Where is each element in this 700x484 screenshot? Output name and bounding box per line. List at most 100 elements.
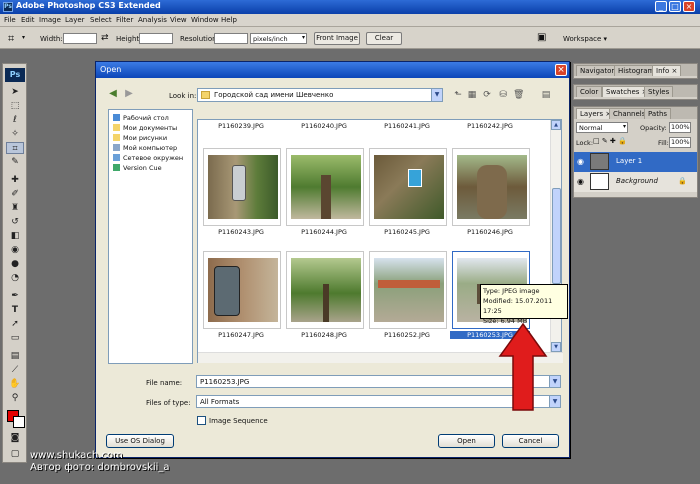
layer-row-layer-1[interactable]: ◉ Layer 1 xyxy=(574,152,697,172)
file-name-label[interactable]: P1160252.JPG xyxy=(367,331,447,339)
quick-mask-icon[interactable]: ◙ xyxy=(6,432,24,444)
hand-tool-icon[interactable]: ✋ xyxy=(6,378,24,390)
fill-input[interactable]: 100% xyxy=(669,137,691,148)
forward-arrow-icon[interactable]: ▶ xyxy=(124,89,134,99)
crop-tool-icon[interactable]: ⌗ xyxy=(8,32,14,46)
new-folder-icon[interactable]: ▦ xyxy=(467,91,477,100)
refresh-icon[interactable]: ⟳ xyxy=(482,91,492,100)
visibility-eye-icon[interactable]: ◉ xyxy=(577,157,584,166)
blur-tool-icon[interactable]: ● xyxy=(6,258,24,270)
menu-image[interactable]: Image xyxy=(39,16,61,24)
file-name-label[interactable]: P1160243.JPG xyxy=(201,228,281,236)
scroll-down-icon[interactable]: ▼ xyxy=(551,342,561,352)
file-name-label[interactable]: P1160240.JPG xyxy=(284,122,364,130)
lasso-tool-icon[interactable]: ℓ xyxy=(6,114,24,126)
resolution-unit-select[interactable]: pixels/inch ▾ xyxy=(250,33,307,44)
menu-window[interactable]: Window xyxy=(191,16,219,24)
tool-preset-dropdown-icon[interactable]: ▾ xyxy=(22,34,25,41)
scrollbar-thumb[interactable] xyxy=(552,188,561,284)
resolution-input[interactable] xyxy=(214,33,248,44)
place-my-documents[interactable]: Мои документы xyxy=(113,124,177,133)
open-button[interactable]: Open xyxy=(438,434,495,448)
place-my-pictures[interactable]: Мои рисунки xyxy=(113,134,167,143)
go-up-folder-icon[interactable]: ⬑ xyxy=(453,91,463,100)
menu-file[interactable]: File xyxy=(4,16,16,24)
image-sequence-checkbox[interactable] xyxy=(197,416,206,425)
use-os-dialog-button[interactable]: Use OS Dialog xyxy=(106,434,174,448)
height-input[interactable] xyxy=(139,33,173,44)
file-thumbnail[interactable] xyxy=(452,148,530,226)
workspace-menu[interactable]: Workspace ▾ xyxy=(563,35,607,43)
paint-bucket-tool-icon[interactable]: ◉ xyxy=(6,244,24,256)
zoom-tool-icon[interactable]: ⚲ xyxy=(6,392,24,404)
menu-layer[interactable]: Layer xyxy=(65,16,85,24)
file-name-label[interactable]: P1160242.JPG xyxy=(450,122,530,130)
dialog-close-button[interactable]: × xyxy=(555,64,567,76)
menu-analysis[interactable]: Analysis xyxy=(138,16,167,24)
eyedropper-tool-icon[interactable]: ⟋ xyxy=(6,364,24,376)
magic-wand-tool-icon[interactable]: ✧ xyxy=(6,128,24,140)
file-name-label[interactable]: P1160241.JPG xyxy=(367,122,447,130)
tab-styles[interactable]: Styles xyxy=(644,86,674,97)
file-thumbnail[interactable] xyxy=(286,148,364,226)
screen-mode-icon[interactable]: ▢ xyxy=(6,448,24,460)
file-thumbnail[interactable] xyxy=(203,148,281,226)
tab-paths[interactable]: Paths xyxy=(644,108,672,119)
file-name-label[interactable]: P1160247.JPG xyxy=(201,331,281,339)
tab-color[interactable]: Color xyxy=(576,86,603,97)
blend-mode-select[interactable]: Normal ▾ xyxy=(576,122,628,133)
rectangle-tool-icon[interactable]: ▭ xyxy=(6,332,24,344)
file-thumbnail[interactable] xyxy=(369,251,447,329)
move-tool-icon[interactable]: ➤ xyxy=(6,86,24,98)
maximize-button[interactable]: □ xyxy=(669,1,681,12)
menu-edit[interactable]: Edit xyxy=(21,16,35,24)
layer-row-background[interactable]: ◉ Background 🔒 xyxy=(574,172,697,192)
file-name-label[interactable]: P1160239.JPG xyxy=(201,122,281,130)
width-input[interactable] xyxy=(63,33,97,44)
file-thumbnail[interactable] xyxy=(286,251,364,329)
opacity-input[interactable]: 100% xyxy=(669,122,691,133)
close-button[interactable]: × xyxy=(683,1,695,12)
notes-tool-icon[interactable]: ▤ xyxy=(6,350,24,362)
file-name-label[interactable]: P1160246.JPG xyxy=(450,228,530,236)
file-name-label[interactable]: P1160245.JPG xyxy=(367,228,447,236)
slice-tool-icon[interactable]: ✎ xyxy=(6,156,24,168)
tab-navigator[interactable]: Navigator xyxy=(576,65,619,76)
place-network[interactable]: Сетевое окружен xyxy=(113,154,183,163)
place-my-computer[interactable]: Мой компьютер xyxy=(113,144,177,153)
back-arrow-icon[interactable]: ◀ xyxy=(108,89,118,99)
path-selection-tool-icon[interactable]: ➚ xyxy=(6,318,24,330)
visibility-eye-icon[interactable]: ◉ xyxy=(577,177,584,186)
brush-tool-icon[interactable]: ✐ xyxy=(6,188,24,200)
history-brush-tool-icon[interactable]: ↺ xyxy=(6,216,24,228)
clone-stamp-tool-icon[interactable]: ♜ xyxy=(6,202,24,214)
front-image-button[interactable]: Front Image xyxy=(314,32,360,45)
eraser-tool-icon[interactable]: ◧ xyxy=(6,230,24,242)
menu-filter[interactable]: Filter xyxy=(116,16,133,24)
tab-info[interactable]: Info × xyxy=(652,65,682,76)
place-desktop[interactable]: Рабочий стол xyxy=(113,114,169,123)
file-name-label[interactable]: P1160244.JPG xyxy=(284,228,364,236)
version-cue-menu-icon[interactable]: ⛁ xyxy=(498,91,508,100)
workspace-icon[interactable]: ▣ xyxy=(537,32,546,43)
view-menu-icon[interactable]: ▤ xyxy=(541,91,551,100)
file-thumbnail[interactable] xyxy=(203,251,281,329)
menu-select[interactable]: Select xyxy=(90,16,112,24)
clear-button[interactable]: Clear xyxy=(366,32,402,45)
dodge-tool-icon[interactable]: ◔ xyxy=(6,272,24,284)
menu-help[interactable]: Help xyxy=(221,16,237,24)
delete-icon[interactable]: 🗑 xyxy=(513,91,524,100)
marquee-tool-icon[interactable]: ⬚ xyxy=(6,100,24,112)
file-name-label[interactable]: P1160248.JPG xyxy=(284,331,364,339)
cancel-button[interactable]: Cancel xyxy=(502,434,559,448)
crop-tool-icon[interactable]: ⌗ xyxy=(6,142,24,154)
type-tool-icon[interactable]: T xyxy=(6,304,24,316)
lock-options-icon[interactable]: □ ✎ ✚ 🔒 xyxy=(593,137,627,145)
swap-icon[interactable]: ⇄ xyxy=(101,33,109,43)
minimize-button[interactable]: _ xyxy=(655,1,667,12)
place-version-cue[interactable]: Version Cue xyxy=(113,164,162,173)
file-thumbnail[interactable] xyxy=(369,148,447,226)
scroll-up-icon[interactable]: ▲ xyxy=(551,120,561,130)
pen-tool-icon[interactable]: ✒ xyxy=(6,290,24,302)
healing-brush-tool-icon[interactable]: ✚ xyxy=(6,174,24,186)
